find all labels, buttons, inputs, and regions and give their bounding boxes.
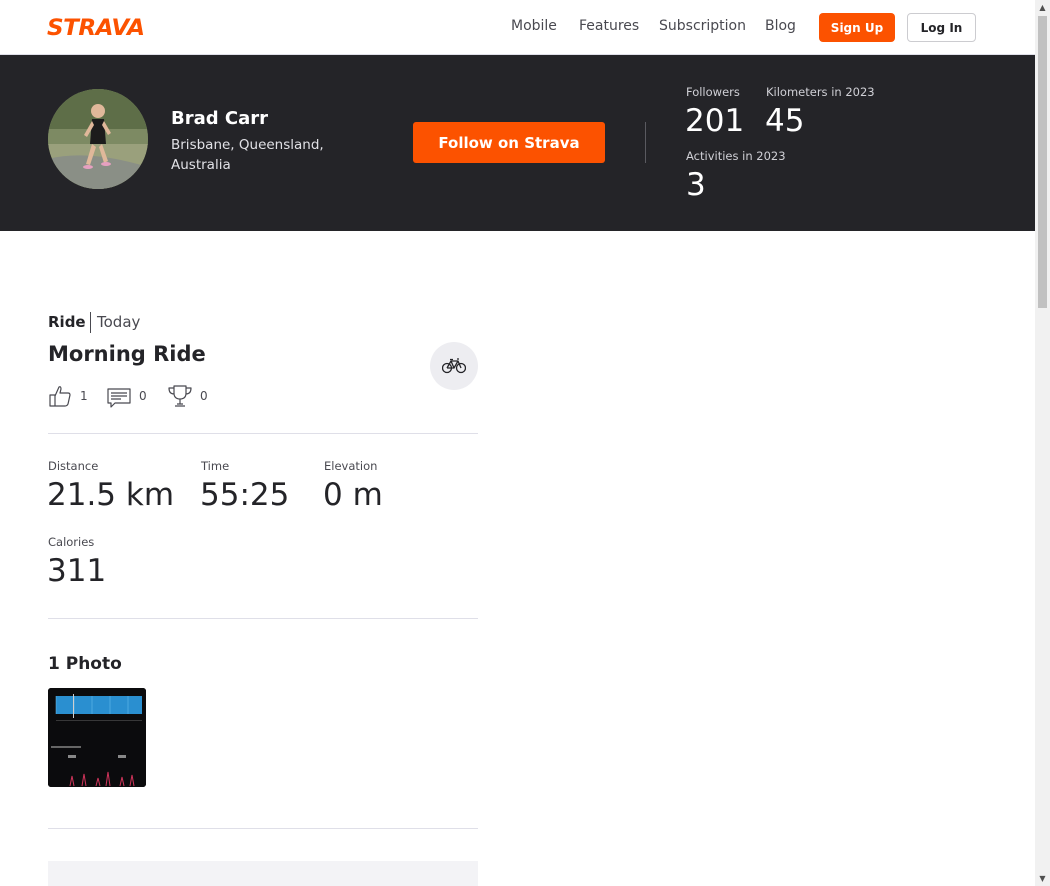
photos-title: 1 Photo bbox=[48, 654, 122, 674]
next-section-panel bbox=[48, 861, 478, 886]
scrollbar-thumb[interactable] bbox=[1038, 16, 1047, 308]
sport-type-badge bbox=[430, 342, 478, 390]
photo-thumbnail[interactable] bbox=[48, 688, 146, 787]
comments-count: 0 bbox=[139, 389, 147, 403]
divider bbox=[48, 618, 478, 619]
athlete-location: Brisbane, Queensland, Australia bbox=[171, 137, 324, 173]
avatar-photo bbox=[48, 89, 148, 189]
log-in-button[interactable]: Log In bbox=[907, 13, 976, 42]
activity-type-separator bbox=[90, 312, 91, 333]
divider bbox=[48, 828, 478, 829]
follow-button[interactable]: Follow on Strava bbox=[413, 122, 605, 163]
kilometers-value: 45 bbox=[765, 103, 805, 139]
followers-value: 201 bbox=[685, 103, 745, 139]
divider bbox=[48, 433, 478, 434]
distance-label: Distance bbox=[48, 459, 99, 473]
comment-icon bbox=[107, 388, 131, 408]
header-divider bbox=[645, 122, 646, 163]
heart-rate-screenshot-image bbox=[48, 688, 146, 787]
kilometers-label: Kilometers in 2023 bbox=[766, 85, 875, 99]
scroll-down-arrow-icon[interactable]: ▼ bbox=[1035, 871, 1050, 886]
strava-logo[interactable]: STRAVA bbox=[47, 16, 145, 41]
time-label: Time bbox=[201, 459, 230, 473]
elevation-label: Elevation bbox=[324, 459, 378, 473]
comments-button[interactable]: 0 bbox=[107, 384, 147, 408]
nav-link-features[interactable]: Features bbox=[579, 18, 639, 34]
kudos-count: 1 bbox=[80, 389, 88, 403]
vertical-scrollbar[interactable]: ▲ ▼ bbox=[1035, 0, 1050, 886]
athlete-avatar[interactable] bbox=[48, 89, 148, 189]
calories-label: Calories bbox=[48, 535, 95, 549]
kudos-button[interactable]: 1 bbox=[48, 384, 88, 408]
athlete-header: Brad Carr Brisbane, Queensland, Australi… bbox=[0, 55, 1035, 231]
sign-up-button[interactable]: Sign Up bbox=[819, 13, 895, 42]
nav-link-mobile[interactable]: Mobile bbox=[511, 18, 557, 34]
activity-type: Ride bbox=[48, 313, 86, 331]
nav-link-blog[interactable]: Blog bbox=[765, 18, 796, 34]
activities-label: Activities in 2023 bbox=[686, 149, 786, 163]
scroll-up-arrow-icon[interactable]: ▲ bbox=[1035, 0, 1050, 15]
distance-value: 21.5 km bbox=[47, 477, 175, 513]
elevation-value: 0 m bbox=[323, 477, 383, 513]
followers-label: Followers bbox=[686, 85, 740, 99]
bike-icon bbox=[442, 358, 466, 374]
activity-title: Morning Ride bbox=[48, 342, 206, 366]
top-navigation: STRAVA Mobile Features Subscription Blog… bbox=[0, 0, 1035, 55]
activity-date: Today bbox=[97, 313, 141, 331]
thumbs-up-icon bbox=[49, 386, 71, 407]
achievements-count: 0 bbox=[200, 389, 208, 403]
trophy-icon bbox=[168, 385, 192, 407]
activities-value: 3 bbox=[686, 167, 706, 203]
athlete-name[interactable]: Brad Carr bbox=[171, 108, 268, 129]
calories-value: 311 bbox=[47, 553, 107, 589]
nav-link-subscription[interactable]: Subscription bbox=[659, 18, 746, 34]
achievements-indicator: 0 bbox=[168, 384, 208, 408]
time-value: 55:25 bbox=[200, 477, 290, 513]
